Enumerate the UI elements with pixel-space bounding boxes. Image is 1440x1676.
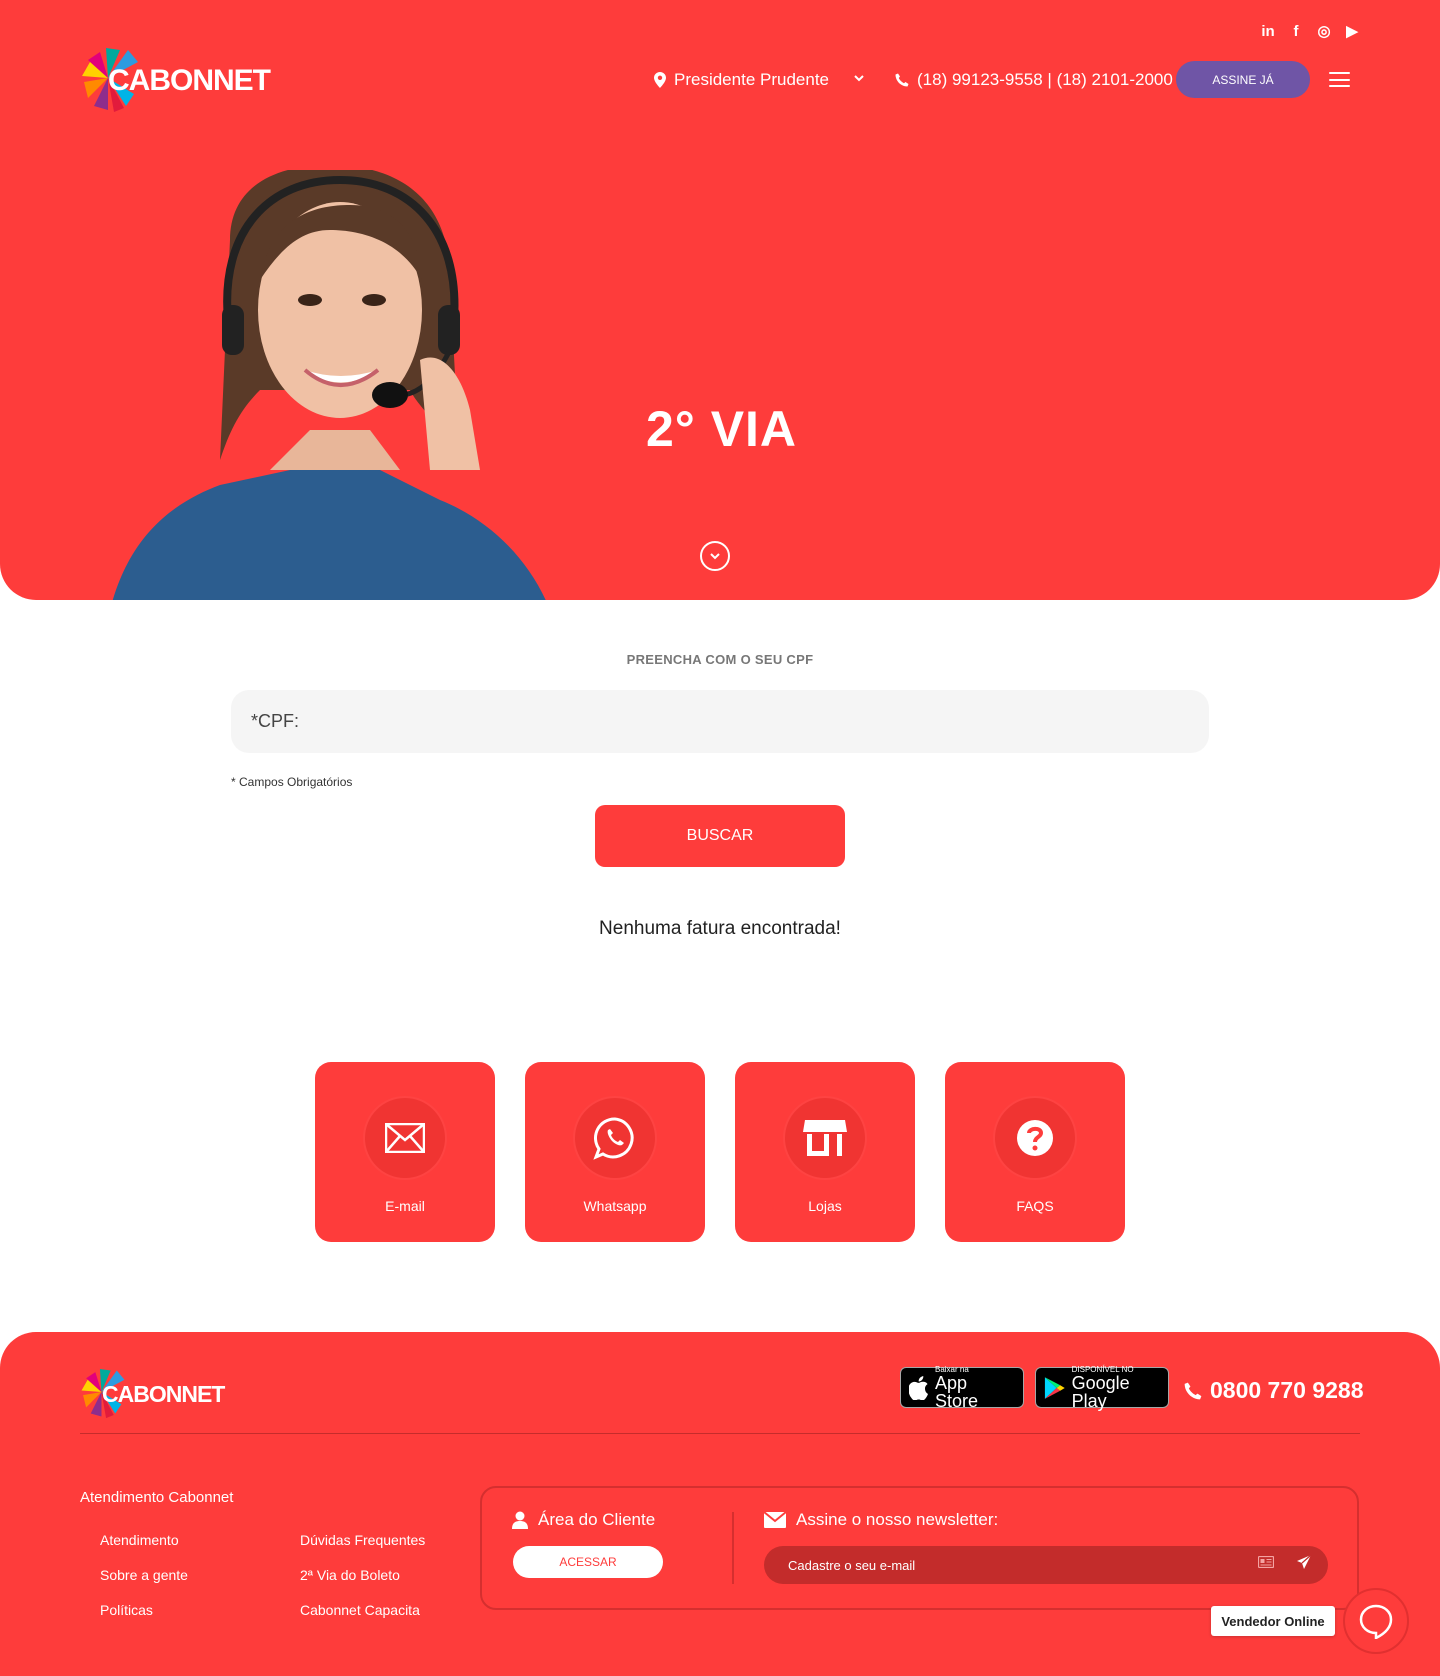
- hero-section: in f ◎ ▶ CABONNET Presidente Prudente (1…: [0, 0, 1440, 600]
- phone-icon: [1184, 1382, 1202, 1399]
- card-label: E-mail: [385, 1198, 425, 1214]
- client-newsletter-box: Área do Cliente ACESSAR Assine o nosso n…: [480, 1486, 1359, 1610]
- app-store-button[interactable]: Baixar na App Store: [900, 1365, 1024, 1411]
- footer-link-segunda-via[interactable]: 2ª Via do Boleto: [300, 1567, 400, 1583]
- facebook-icon[interactable]: f: [1287, 23, 1305, 40]
- brand-name: CABONNET: [108, 64, 271, 97]
- chat-button[interactable]: [1343, 1588, 1409, 1654]
- result-message: Nenhuma fatura encontrada!: [599, 918, 841, 939]
- menu-icon[interactable]: [1329, 72, 1350, 87]
- footer-phone[interactable]: 0800 770 9288: [1184, 1377, 1364, 1404]
- newsletter-email-input[interactable]: [764, 1546, 1328, 1584]
- google-play-icon: [1044, 1376, 1065, 1399]
- header-phone[interactable]: (18) 99123-9558 | (18) 2101-2000: [895, 70, 1173, 90]
- card-email[interactable]: E-mail: [315, 1062, 495, 1242]
- form-section-label: PREENCHA COM O SEU CPF: [626, 652, 814, 667]
- appstore-label: App Store: [934, 1373, 979, 1411]
- card-lojas[interactable]: Lojas: [735, 1062, 915, 1242]
- city-label: Presidente Prudente: [674, 70, 829, 89]
- phone-label: (18) 99123-9558 | (18) 2101-2000: [917, 70, 1173, 89]
- envelope-icon: [385, 1123, 425, 1153]
- chevron-down-icon: [710, 553, 720, 560]
- footer-link-duvidas[interactable]: Dúvidas Frequentes: [300, 1532, 425, 1548]
- id-card-icon: [1258, 1556, 1274, 1568]
- newsletter-label: Assine o nosso newsletter:: [796, 1510, 999, 1529]
- support-agent-image: [112, 170, 546, 600]
- user-icon: [512, 1511, 528, 1529]
- scroll-down-button[interactable]: [700, 541, 730, 571]
- city-selector[interactable]: Presidente Prudente: [654, 70, 829, 90]
- send-icon[interactable]: [1296, 1554, 1312, 1570]
- card-label: Lojas: [808, 1198, 842, 1214]
- envelope-icon: [764, 1512, 786, 1528]
- card-label: FAQS: [1016, 1198, 1054, 1214]
- footer-link-politicas[interactable]: Políticas: [100, 1602, 153, 1618]
- instagram-icon[interactable]: ◎: [1315, 22, 1333, 40]
- google-play-button[interactable]: DISPONÍVEL NO Google Play: [1035, 1365, 1169, 1411]
- question-icon: [1017, 1120, 1053, 1156]
- footer-phone-label: 0800 770 9288: [1210, 1377, 1364, 1403]
- youtube-icon[interactable]: ▶: [1343, 22, 1361, 40]
- client-area-label: Área do Cliente: [538, 1510, 656, 1529]
- card-label: Whatsapp: [583, 1198, 647, 1214]
- footer-link-atendimento[interactable]: Atendimento: [100, 1532, 179, 1548]
- googleplay-label: Google Play: [1071, 1373, 1130, 1411]
- location-pin-icon: [654, 72, 666, 88]
- card-whatsapp[interactable]: Whatsapp: [525, 1062, 705, 1242]
- assine-ja-button[interactable]: ASSINE JÁ: [1176, 61, 1310, 98]
- buscar-button[interactable]: BUSCAR: [595, 805, 845, 867]
- linkedin-icon[interactable]: in: [1259, 23, 1277, 40]
- vendedor-online-button[interactable]: Vendedor Online: [1211, 1606, 1335, 1636]
- acessar-button[interactable]: ACESSAR: [513, 1546, 663, 1578]
- social-links: in f ◎ ▶: [1259, 22, 1361, 41]
- phone-icon: [895, 73, 909, 87]
- card-faqs[interactable]: FAQS: [945, 1062, 1125, 1242]
- footer-logo[interactable]: CABONNET: [80, 1364, 225, 1420]
- footer-link-sobre[interactable]: Sobre a gente: [100, 1567, 188, 1583]
- store-icon: [803, 1120, 847, 1156]
- required-fields-note: * Campos Obrigatórios: [231, 775, 353, 789]
- footer-link-capacita[interactable]: Cabonnet Capacita: [300, 1602, 420, 1618]
- client-area-title: Área do Cliente: [512, 1510, 655, 1530]
- newsletter-title: Assine o nosso newsletter:: [764, 1510, 998, 1530]
- whatsapp-icon: [593, 1117, 634, 1160]
- chat-bubble-icon: [1359, 1604, 1393, 1639]
- apple-icon: [909, 1375, 928, 1400]
- brand-name: CABONNET: [102, 1381, 225, 1407]
- chevron-down-icon[interactable]: [853, 72, 865, 84]
- footer-section-title: Atendimento Cabonnet: [80, 1489, 234, 1506]
- page-title: 2° VIA: [646, 401, 798, 457]
- cpf-input[interactable]: [231, 690, 1209, 753]
- brand-logo[interactable]: CABONNET: [80, 42, 271, 114]
- footer-divider: [80, 1433, 1360, 1434]
- box-separator: [732, 1512, 734, 1584]
